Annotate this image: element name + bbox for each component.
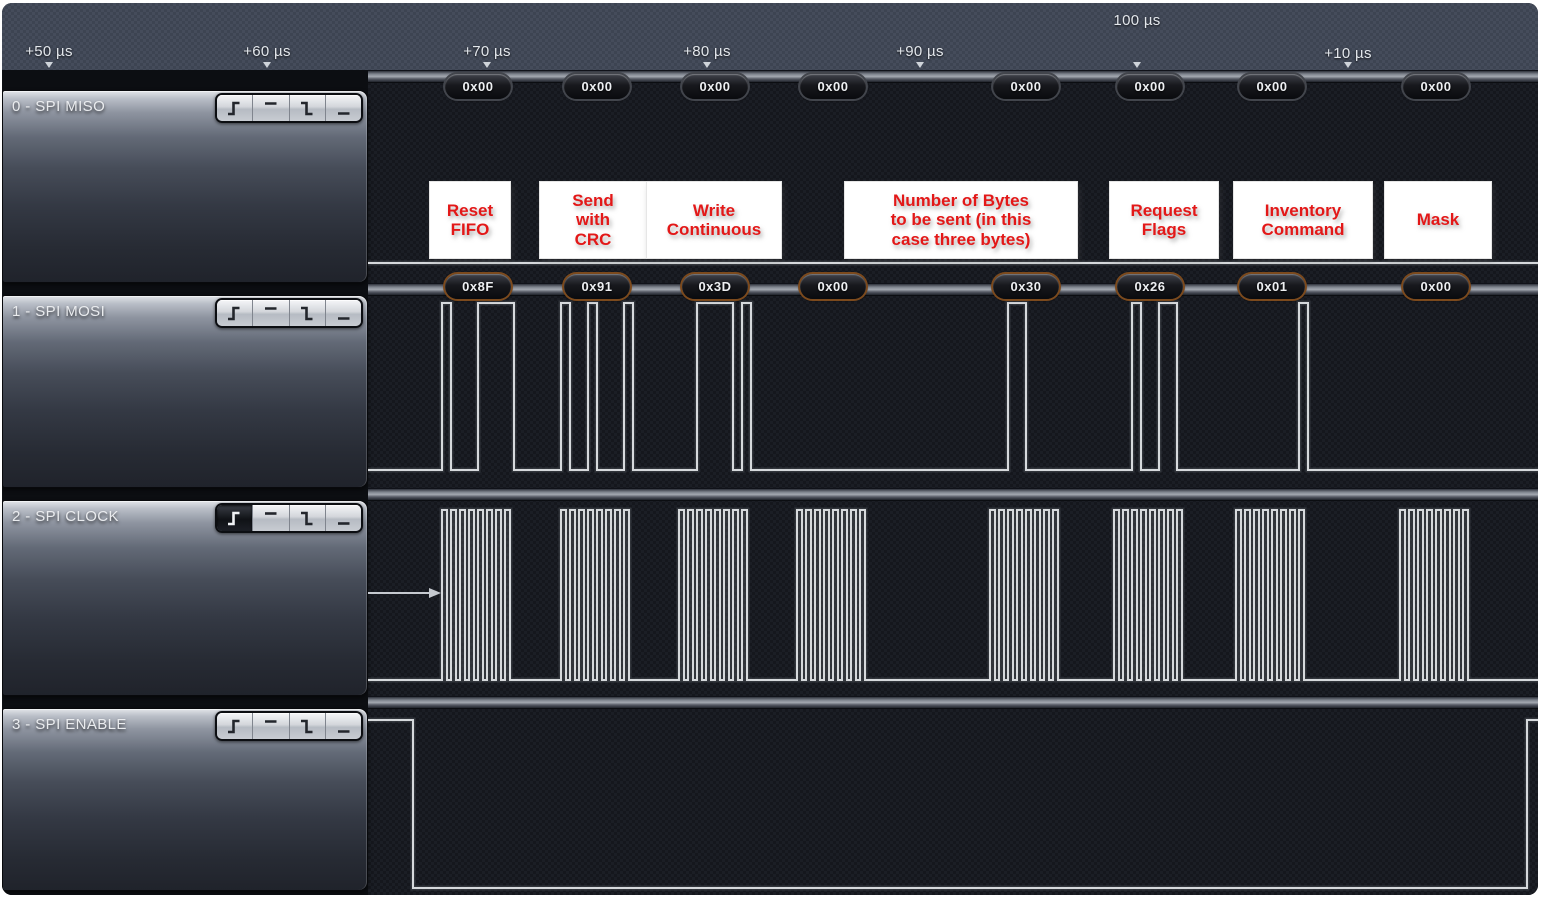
annotation-box: Write Continuous xyxy=(647,182,781,258)
rising-edge-icon xyxy=(224,98,245,119)
trigger-button-falling-edge[interactable] xyxy=(290,505,326,531)
rising-edge-icon xyxy=(224,508,245,529)
trigger-button-group xyxy=(215,503,363,533)
low-level-icon xyxy=(333,303,354,324)
timeline-label: +90 µs xyxy=(875,43,965,60)
low-level-icon xyxy=(333,508,354,529)
channel-name-label: 0 - SPI MISO xyxy=(12,98,105,115)
capture-panel: +50 µs +60 µs +70 µs +80 µs +90 µs 100 µs +10 … xyxy=(2,3,1538,895)
high-level-icon xyxy=(260,98,281,119)
trigger-button-falling-edge[interactable] xyxy=(290,95,326,121)
trigger-button-group xyxy=(215,298,363,328)
annotation-box: Send with CRC xyxy=(540,182,646,258)
rising-edge-icon xyxy=(224,716,245,737)
trigger-button-high-level[interactable] xyxy=(253,505,289,531)
trigger-button-rising-edge[interactable] xyxy=(217,95,253,121)
channel-name-label: 3 - SPI ENABLE xyxy=(12,716,127,733)
tick-marker-icon xyxy=(1344,62,1352,68)
miso-byte-bubble: 0x00 xyxy=(1239,74,1305,99)
trigger-button-low-level[interactable] xyxy=(326,713,361,739)
channel-label-panel[interactable]: 2 - SPI CLOCK xyxy=(2,500,368,696)
mosi-byte-bubble: 0x30 xyxy=(993,274,1059,299)
annotation-box: Request Flags xyxy=(1110,182,1218,258)
tick-marker-icon xyxy=(1133,62,1141,68)
timeline-label: +70 µs xyxy=(442,43,532,60)
timeline-ruler[interactable]: +50 µs +60 µs +70 µs +80 µs +90 µs 100 µs +10 … xyxy=(2,3,1538,70)
falling-edge-icon xyxy=(297,716,318,737)
mosi-byte-bubble: 0x01 xyxy=(1239,274,1305,299)
channel-name-label: 2 - SPI CLOCK xyxy=(12,508,119,525)
enable-waveform[interactable] xyxy=(368,696,1538,894)
annotation-box: Number of Bytes to be sent (in this case… xyxy=(845,182,1077,258)
falling-edge-icon xyxy=(297,303,318,324)
mosi-byte-bubble: 0x00 xyxy=(800,274,866,299)
clock-waveform[interactable] xyxy=(368,488,1538,696)
high-level-icon xyxy=(260,716,281,737)
tick-marker-icon xyxy=(263,62,271,68)
mosi-byte-bubble: 0x3D xyxy=(682,274,748,299)
falling-edge-icon xyxy=(297,508,318,529)
miso-byte-bubble: 0x00 xyxy=(1117,74,1183,99)
low-level-icon xyxy=(333,98,354,119)
annotation-box: Mask xyxy=(1385,182,1491,258)
rising-edge-icon xyxy=(224,303,245,324)
trigger-button-rising-edge[interactable] xyxy=(217,505,253,531)
channel-label-panel[interactable]: 3 - SPI ENABLE xyxy=(2,708,368,891)
timeline-label: +60 µs xyxy=(222,43,312,60)
timeline-label: +80 µs xyxy=(662,43,752,60)
channel-label-panel[interactable]: 0 - SPI MISO xyxy=(2,90,368,283)
timeline-label: +10 µs xyxy=(1303,45,1393,62)
miso-byte-bubble: 0x00 xyxy=(445,74,511,99)
miso-byte-bubble: 0x00 xyxy=(564,74,630,99)
channel-label-panel[interactable]: 1 - SPI MOSI xyxy=(2,295,368,488)
trigger-button-rising-edge[interactable] xyxy=(217,300,253,326)
annotation-box: Reset FIFO xyxy=(430,182,510,258)
trigger-button-group xyxy=(215,711,363,741)
falling-edge-icon xyxy=(297,98,318,119)
trigger-button-high-level[interactable] xyxy=(253,300,289,326)
trigger-button-low-level[interactable] xyxy=(326,95,361,121)
trigger-button-low-level[interactable] xyxy=(326,505,361,531)
trigger-button-high-level[interactable] xyxy=(253,713,289,739)
tick-marker-icon xyxy=(916,62,924,68)
tick-marker-icon xyxy=(483,62,491,68)
miso-byte-bubble: 0x00 xyxy=(800,74,866,99)
logic-analyzer-window: +50 µs +60 µs +70 µs +80 µs +90 µs 100 µs +10 … xyxy=(0,0,1544,904)
trigger-button-group xyxy=(215,93,363,123)
trigger-button-low-level[interactable] xyxy=(326,300,361,326)
trigger-button-falling-edge[interactable] xyxy=(290,300,326,326)
high-level-icon xyxy=(260,508,281,529)
trigger-arrow-icon xyxy=(368,588,441,598)
mosi-byte-bubble: 0x91 xyxy=(564,274,630,299)
trigger-button-rising-edge[interactable] xyxy=(217,713,253,739)
miso-byte-bubble: 0x00 xyxy=(1403,74,1469,99)
mosi-byte-bubble: 0x8F xyxy=(445,274,511,299)
mosi-byte-bubble: 0x26 xyxy=(1117,274,1183,299)
mosi-waveform[interactable] xyxy=(368,283,1538,488)
tick-marker-icon xyxy=(45,62,53,68)
low-level-icon xyxy=(333,716,354,737)
high-level-icon xyxy=(260,303,281,324)
trigger-button-falling-edge[interactable] xyxy=(290,713,326,739)
channel-name-label: 1 - SPI MOSI xyxy=(12,303,105,320)
annotation-box: Inventory Command xyxy=(1234,182,1372,258)
miso-byte-bubble: 0x00 xyxy=(993,74,1059,99)
timeline-label: 100 µs xyxy=(1092,12,1182,29)
trigger-button-high-level[interactable] xyxy=(253,95,289,121)
timeline-label: +50 µs xyxy=(4,43,94,60)
tick-marker-icon xyxy=(703,62,711,68)
mosi-byte-bubble: 0x00 xyxy=(1403,274,1469,299)
miso-byte-bubble: 0x00 xyxy=(682,74,748,99)
